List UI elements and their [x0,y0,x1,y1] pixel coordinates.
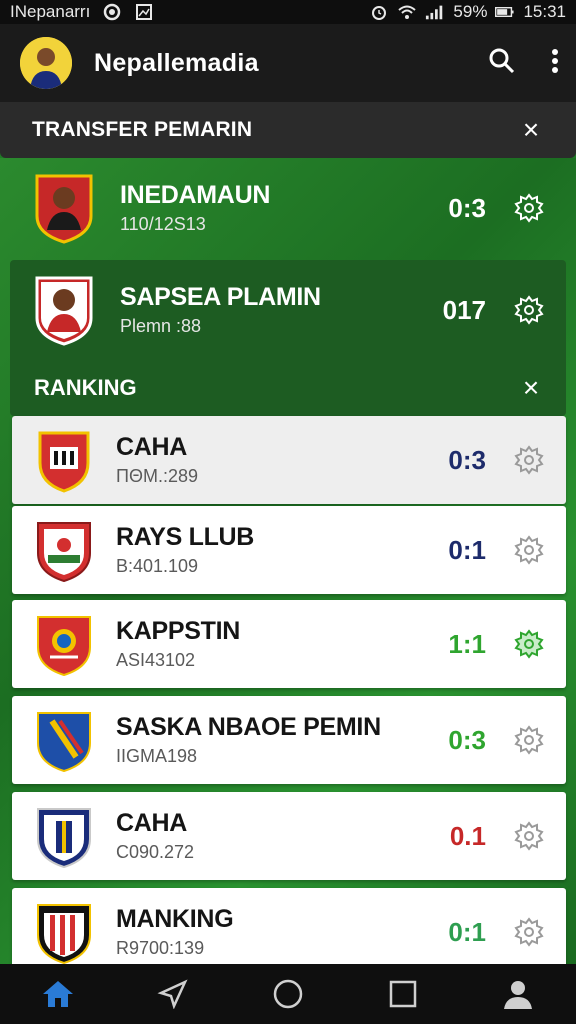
club-crest-icon [32,424,96,496]
more-vert-icon[interactable] [550,47,560,80]
close-icon[interactable]: × [516,114,546,146]
club-score: 0:1 [448,534,486,565]
club-crest-icon [32,704,96,776]
carrier-label: INepanarrı [10,2,91,21]
club-score: 1:1 [448,628,486,659]
club-name: SASKA NBAOE PEMIN [116,713,381,741]
item-score: 017 [442,294,486,325]
gear-icon[interactable] [512,723,546,757]
club-name: KAPPSTIN [116,617,241,645]
club-crest-icon [32,514,96,586]
club-name: CAHA [116,433,188,461]
profile-icon[interactable] [494,970,542,1018]
club-name: CAHA [116,809,188,837]
search-icon[interactable] [488,47,516,80]
battery-icon [495,2,515,22]
club-score: 0:3 [448,724,486,755]
ranking-title: RANKING [34,375,137,400]
square-icon[interactable] [379,970,427,1018]
transfer-item[interactable]: INEDAMAUN 110/12S13 0:3 [10,158,566,258]
gear-active-icon[interactable] [512,627,546,661]
gear-icon[interactable] [512,819,546,853]
gear-icon[interactable] [512,191,546,225]
gear-icon[interactable] [512,915,546,949]
gear-icon[interactable] [512,533,546,567]
ranking-item[interactable]: MANKING R9700:139 0:1 [12,888,566,976]
club-sub: B:401.109 [116,556,199,576]
gear-icon[interactable] [512,293,546,327]
wifi-icon [397,2,417,22]
club-sub: ΠΘΜ.:289 [116,466,199,486]
transfer-header: TRANSFER PEMARIN × [0,102,576,158]
bottom-nav [0,964,576,1024]
transfer-title: TRANSFER PEMARIN [32,118,253,141]
club-score: 0:3 [448,444,486,475]
item-score: 0:3 [448,192,486,223]
player-crest-icon [32,172,96,244]
club-crest-icon [32,608,96,680]
ranking-header: RANKING × [10,360,566,416]
image-icon [134,2,154,22]
gear-icon[interactable] [512,443,546,477]
item-name: SAPSEA PLAMIN [120,283,321,311]
club-score: 0:1 [448,916,486,947]
app-title: Nepallemadia [94,48,259,77]
club-sub: ASI43102 [116,650,196,670]
status-bar: INepanarrı 59% 15:31 [0,0,576,24]
club-name: MANKING [116,905,234,933]
club-sub: C090.272 [116,842,195,862]
transfer-item[interactable]: SAPSEA PLAMIN Plemn :88 017 [10,262,566,358]
club-sub: R9700:139 [116,938,205,958]
club-sub: IIGMA198 [116,746,198,766]
circle-icon [102,2,122,22]
circle-icon[interactable] [264,970,312,1018]
ranking-item[interactable]: SASKA NBAOE PEMIN IIGMA198 0:3 [12,696,566,784]
battery-percent: 59% [453,2,488,21]
item-name: INEDAMAUN [120,181,271,209]
clock: 15:31 [523,2,566,21]
send-icon[interactable] [149,970,197,1018]
app-bar: Nepallemadia [0,24,576,102]
club-name: RAYS LLUB [116,523,255,551]
club-crest-icon [32,896,96,968]
club-crest-icon [32,800,96,872]
ranking-item[interactable]: KAPPSTIN ASI43102 1:1 [12,600,566,688]
ranking-item[interactable]: RAYS LLUB B:401.109 0:1 [12,506,566,594]
signal-icon [425,2,445,22]
item-sub: 110/12S13 [120,214,206,234]
item-sub: Plemn :88 [120,316,202,336]
ranking-item[interactable]: CAHA ΠΘΜ.:289 0:3 [12,416,566,504]
home-icon[interactable] [34,970,82,1018]
avatar[interactable] [20,37,72,89]
close-icon[interactable]: × [516,372,546,404]
club-score: 0.1 [449,820,486,851]
player-crest-icon [32,274,96,346]
ranking-item[interactable]: CAHA C090.272 0.1 [12,792,566,880]
alarm-icon [369,2,389,22]
